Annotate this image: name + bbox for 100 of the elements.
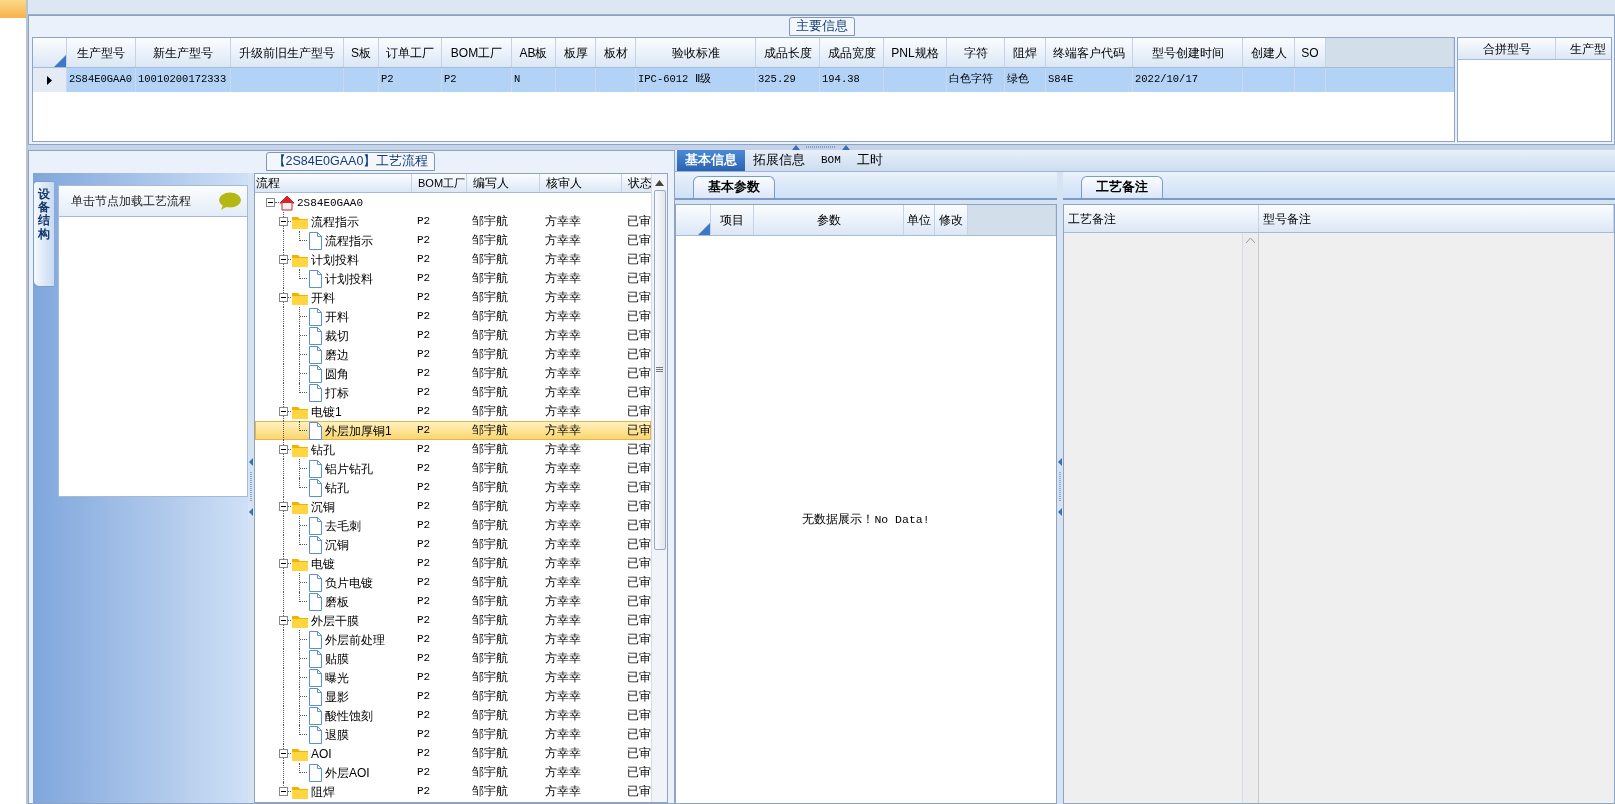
column-header[interactable]: 成品宽度 [820, 38, 884, 67]
scroll-up-icon[interactable] [655, 180, 664, 186]
tree-row[interactable]: 裁切 P2 邹宇航 方幸幸 已审 [255, 326, 651, 345]
table-row[interactable]: 2S84E0GAA0 10010200172333 P2 P2 N IPC-6012 Ⅱ级 325.29 194.38 白色字符 绿色 S84E 2022/10/17 [33, 68, 1454, 92]
side-tab[interactable]: 设备结构 [33, 181, 54, 287]
tab[interactable]: 基本信息 [677, 150, 745, 171]
tree-line [299, 421, 307, 431]
tree-row[interactable]: 钻孔 P2 邹宇航 方幸幸 已审 [255, 440, 651, 459]
node-label: 圆角 [324, 365, 350, 382]
collapse-icon[interactable] [279, 749, 288, 758]
column-header[interactable]: BOM工厂 [412, 174, 467, 192]
column-header[interactable]: 阻焊 [1005, 38, 1046, 67]
collapse-icon[interactable] [279, 255, 288, 264]
tree-row[interactable]: 贴膜 P2 邹宇航 方幸幸 已审 [255, 649, 651, 668]
tree-row[interactable]: 负片电镀 P2 邹宇航 方幸幸 已审 [255, 573, 651, 592]
tree-row[interactable]: 外层前处理 P2 邹宇航 方幸幸 已审 [255, 630, 651, 649]
collapse-icon[interactable] [279, 407, 288, 416]
column-header[interactable]: 合拼型号 [1458, 38, 1556, 59]
scrollbar[interactable] [651, 174, 667, 802]
tree-row[interactable]: 2S84E0GAA0 [255, 193, 651, 212]
column-header[interactable]: 工艺备注 [1064, 205, 1259, 232]
column-header[interactable]: AB板 [512, 38, 556, 67]
column-header[interactable]: 升级前旧生产型号 [231, 38, 344, 67]
table-cell-text: 邹宇航 [471, 745, 509, 762]
tree-row[interactable]: 磨板 P2 邹宇航 方幸幸 已审 [255, 592, 651, 611]
tab[interactable]: BOM [813, 150, 849, 171]
tree-row[interactable]: 开料 P2 邹宇航 方幸幸 已审 [255, 288, 651, 307]
tree-row[interactable]: 钻孔 P2 邹宇航 方幸幸 已审 [255, 478, 651, 497]
tree-row[interactable]: 电镀1 P2 邹宇航 方幸幸 已审 [255, 402, 651, 421]
tree-row[interactable]: 曝光 P2 邹宇航 方幸幸 已审 [255, 668, 651, 687]
collapse-icon[interactable] [279, 616, 288, 625]
tree-row[interactable]: 计划投料 P2 邹宇航 方幸幸 已审 [255, 269, 651, 288]
column-header[interactable]: 创建人 [1243, 38, 1295, 67]
row-header[interactable] [33, 68, 67, 92]
tree-row[interactable]: 电镀 P2 邹宇航 方幸幸 已审 [255, 554, 651, 573]
column-header[interactable]: 项目 [711, 205, 754, 235]
tree-row[interactable]: 沉铜 P2 邹宇航 方幸幸 已审 [255, 497, 651, 516]
panel-tab[interactable]: 基本参数 [693, 176, 775, 198]
splitter-grip-icon[interactable] [249, 458, 253, 518]
hint-text: 单击节点加载工艺流程 [71, 193, 191, 210]
tab[interactable]: 拓展信息 [745, 150, 813, 171]
tree-row[interactable]: 流程指示 P2 邹宇航 方幸幸 已审 [255, 231, 651, 250]
document-icon [307, 668, 323, 687]
tree-row[interactable]: 磨边 P2 邹宇航 方幸幸 已审 [255, 345, 651, 364]
tree-row[interactable]: 阻焊 P2 邹宇航 方幸幸 已审 [255, 782, 651, 801]
collapse-icon[interactable] [279, 559, 288, 568]
tree-row[interactable]: 退膜 P2 邹宇航 方幸幸 已审 [255, 725, 651, 744]
column-header[interactable]: PNL规格 [884, 38, 947, 67]
column-header[interactable]: 型号创建时间 [1133, 38, 1243, 67]
tree-row[interactable]: 外层AOI P2 邹宇航 方幸幸 已审 [255, 763, 651, 782]
collapse-icon[interactable] [279, 293, 288, 302]
tree-row[interactable]: 流程指示 P2 邹宇航 方幸幸 已审 [255, 212, 651, 231]
tree-row[interactable]: 显影 P2 邹宇航 方幸幸 已审 [255, 687, 651, 706]
tree-row[interactable]: 外层加厚铜1 P2 邹宇航 方幸幸 已审 [255, 421, 651, 440]
column-header[interactable]: 生产型 [1556, 38, 1611, 59]
collapse-icon[interactable] [279, 787, 288, 796]
tab[interactable]: 工时 [848, 150, 891, 171]
column-header[interactable]: S板 [344, 38, 379, 67]
tree-row[interactable]: AOI P2 邹宇航 方幸幸 已审 [255, 744, 651, 763]
tree-row[interactable]: 开料 P2 邹宇航 方幸幸 已审 [255, 307, 651, 326]
select-all-corner-icon[interactable] [698, 223, 710, 235]
column-header[interactable]: 字符 [947, 38, 1005, 67]
node-label: AOI [310, 745, 333, 762]
scrollbar[interactable] [1242, 233, 1258, 803]
column-header[interactable]: 参数 [754, 205, 904, 235]
column-header[interactable]: 板厚 [556, 38, 596, 67]
column-header[interactable]: 终端客户代码 [1046, 38, 1133, 67]
collapse-icon[interactable] [279, 217, 288, 226]
collapse-icon[interactable] [279, 445, 288, 454]
column-header[interactable]: 流程 [255, 174, 412, 192]
table-cell-text: 邹宇航 [471, 764, 509, 781]
column-header[interactable]: 新生产型号 [136, 38, 231, 67]
tree-row[interactable]: 沉铜 P2 邹宇航 方幸幸 已审 [255, 535, 651, 554]
column-header[interactable]: 订单工厂 [379, 38, 442, 67]
tree-row[interactable]: 去毛刺 P2 邹宇航 方幸幸 已审 [255, 516, 651, 535]
splitter-grip-icon[interactable] [1058, 458, 1062, 518]
column-header[interactable]: 编写人 [467, 174, 540, 192]
tree-row[interactable]: 打标 P2 邹宇航 方幸幸 已审 [255, 383, 651, 402]
column-header[interactable]: BOM工厂 [442, 38, 512, 67]
column-header[interactable]: 生产型号 [67, 38, 136, 67]
tree-row[interactable]: 计划投料 P2 邹宇航 方幸幸 已审 [255, 250, 651, 269]
select-all-corner-icon[interactable] [54, 55, 66, 67]
tree-row[interactable]: 圆角 P2 邹宇航 方幸幸 已审 [255, 364, 651, 383]
column-header[interactable]: 成品长度 [756, 38, 820, 67]
tree-row[interactable]: 酸性蚀刻 P2 邹宇航 方幸幸 已审 [255, 706, 651, 725]
panel-tab[interactable]: 工艺备注 [1081, 176, 1163, 198]
splitter-grip-icon[interactable] [791, 145, 852, 150]
node-label: 酸性蚀刻 [324, 707, 374, 724]
collapse-icon[interactable] [279, 502, 288, 511]
tree-row[interactable]: 铝片钻孔 P2 邹宇航 方幸幸 已审 [255, 459, 651, 478]
scroll-thumb[interactable] [653, 190, 666, 550]
column-header[interactable]: 核审人 [540, 174, 622, 192]
column-header[interactable]: 板材 [596, 38, 636, 67]
column-header[interactable]: 单位 [904, 205, 935, 235]
column-header[interactable]: 型号备注 [1259, 205, 1614, 232]
table-cell-text: 邹宇航 [471, 517, 509, 534]
column-header[interactable]: 验收标准 [636, 38, 756, 67]
collapse-icon[interactable] [266, 198, 275, 207]
table-cell-text: 已审 [626, 479, 651, 496]
tree-row[interactable]: 外层干膜 P2 邹宇航 方幸幸 已审 [255, 611, 651, 630]
